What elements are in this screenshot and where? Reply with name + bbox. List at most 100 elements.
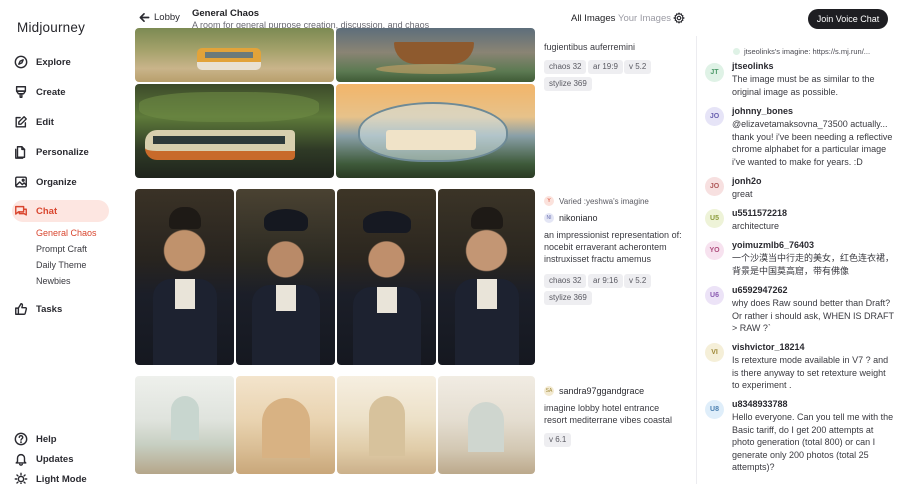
garden-canopy [139, 92, 319, 122]
avatar[interactable]: VI [705, 343, 724, 362]
avatar[interactable]: YO [705, 241, 724, 260]
user-avatar: SA [544, 386, 554, 396]
post-image[interactable] [236, 189, 335, 365]
reply-avatar [733, 48, 740, 55]
chat-message: Is retexture mode available in V7 ? and … [732, 355, 889, 390]
param-chip[interactable]: stylize 369 [544, 77, 592, 91]
sidebar-item-personalize[interactable]: Personalize [14, 141, 89, 163]
arch-shape [369, 396, 405, 456]
sidebar-item-chat[interactable]: Chat [12, 200, 109, 222]
chat-message: great [732, 189, 753, 199]
reply-preview[interactable]: jtseolinks's imagine: https://s.mj.run/.… [733, 47, 870, 56]
param-chip[interactable]: stylize 369 [544, 291, 592, 305]
sidebar-item-label: Organize [36, 176, 77, 188]
avatar[interactable]: U5 [705, 209, 724, 228]
train-shape [145, 130, 295, 160]
arch-window [468, 402, 504, 452]
chat-username[interactable]: u6592947262 [732, 285, 788, 295]
sidebar-item-light-mode[interactable]: Light Mode [14, 468, 87, 484]
shirt-shape [377, 287, 397, 313]
avatar[interactable]: JO [705, 177, 724, 196]
chat-username[interactable]: vishvictor_18214 [732, 342, 805, 352]
chat-username[interactable]: yoimuzmlb6_76403 [732, 240, 814, 250]
reply-preview-text: jtseolinks's imagine: https://s.mj.run/.… [744, 47, 871, 56]
param-chip[interactable]: v 6.1 [544, 433, 572, 447]
avatar[interactable]: JT [705, 63, 724, 82]
param-chip[interactable]: chaos 32 [544, 60, 587, 74]
back-label: Lobby [154, 12, 180, 23]
image-feed: fugientibus auferremini chaos 32 ar 19:9… [122, 28, 696, 484]
post-author[interactable]: SA sandra97ggandgrace [544, 386, 644, 396]
chat-message: Hello everyone. Can you tell me with the… [732, 412, 894, 472]
param-chip[interactable]: ar 19:9 [588, 60, 623, 74]
brush-icon [15, 86, 27, 98]
chat-username[interactable]: jtseolinks [732, 61, 774, 71]
tab-your-images[interactable]: Your Images [618, 13, 671, 24]
chat-message: architecture [732, 221, 780, 231]
sidebar-item-edit[interactable]: Edit [14, 111, 54, 133]
gear-icon[interactable] [673, 12, 685, 24]
chat-room-general-chaos[interactable]: General Chaos [36, 228, 97, 238]
tab-all-images[interactable]: All Images [571, 13, 615, 24]
chat-room-newbies[interactable]: Newbies [36, 276, 71, 286]
post-image[interactable] [336, 28, 535, 82]
varied-avatar: Y [544, 196, 554, 206]
param-chip[interactable]: ar 9:16 [588, 274, 623, 288]
sidebar-item-label: Create [36, 86, 66, 98]
post-image[interactable] [438, 189, 535, 365]
pod-interior [386, 130, 476, 150]
post-image[interactable] [337, 376, 436, 474]
chat-username[interactable]: u5511572218 [732, 208, 787, 218]
avatar[interactable]: JO [705, 107, 724, 126]
hair-shape [169, 207, 201, 229]
app-window: Midjourney Explore Create Edit Personali… [0, 0, 900, 484]
post-image[interactable] [135, 189, 234, 365]
sidebar-item-explore[interactable]: Explore [14, 51, 71, 73]
post-prompt: an impressionist representation of: noce… [544, 230, 682, 264]
post-image[interactable] [135, 84, 334, 178]
post-image[interactable] [135, 376, 234, 474]
shirt-shape [276, 285, 296, 311]
varied-note: Y Varied :yeshwa's imagine [544, 196, 649, 206]
post-image[interactable] [336, 84, 535, 178]
param-chip[interactable]: chaos 32 [544, 274, 587, 288]
chat-message: @elizavetamaksovna_73500 actually... tha… [732, 119, 893, 167]
app-logo[interactable]: Midjourney [17, 20, 85, 35]
param-chip[interactable]: v 5.2 [624, 60, 652, 74]
sidebar-item-label: Updates [36, 453, 74, 465]
post-author[interactable]: NI nikoniano [544, 213, 598, 223]
chat-icon [15, 205, 27, 216]
sidebar: Midjourney Explore Create Edit Personali… [0, 0, 122, 484]
chat-username[interactable]: u8348933788 [732, 399, 788, 409]
post-author-name: sandra97ggandgrace [559, 386, 645, 396]
param-chip[interactable]: v 5.2 [624, 274, 652, 288]
sidebar-item-tasks[interactable]: Tasks [14, 298, 62, 320]
arch-window [171, 396, 199, 440]
cap-shape [264, 209, 308, 231]
post-image[interactable] [236, 376, 335, 474]
shirt-shape [175, 279, 195, 309]
room-title: General Chaos [192, 8, 260, 19]
avatar[interactable]: U6 [705, 286, 724, 305]
thumbs-up-icon [15, 303, 28, 315]
chat-room-daily-theme[interactable]: Daily Theme [36, 260, 86, 270]
sidebar-item-updates[interactable]: Updates [14, 448, 73, 470]
shirt-shape [477, 279, 497, 309]
avatar[interactable]: U8 [705, 400, 724, 419]
post-image[interactable] [438, 376, 535, 474]
sidebar-item-help[interactable]: Help [14, 428, 57, 450]
back-to-lobby-button[interactable]: Lobby [139, 12, 180, 23]
sun-icon [14, 472, 28, 484]
cap-shape [363, 211, 411, 233]
post-image[interactable] [337, 189, 436, 365]
post-image[interactable] [135, 28, 334, 82]
sidebar-item-create[interactable]: Create [14, 81, 66, 103]
sidebar-item-organize[interactable]: Organize [14, 171, 77, 193]
chat-room-prompt-craft[interactable]: Prompt Craft [36, 244, 87, 254]
chat-username[interactable]: jonh2o [732, 176, 762, 186]
chat-username[interactable]: johnny_bones [732, 106, 793, 116]
image-icon [15, 176, 27, 188]
bell-icon [15, 453, 27, 466]
join-voice-chat-button[interactable]: Join Voice Chat [808, 9, 888, 29]
edit-icon [15, 116, 27, 128]
